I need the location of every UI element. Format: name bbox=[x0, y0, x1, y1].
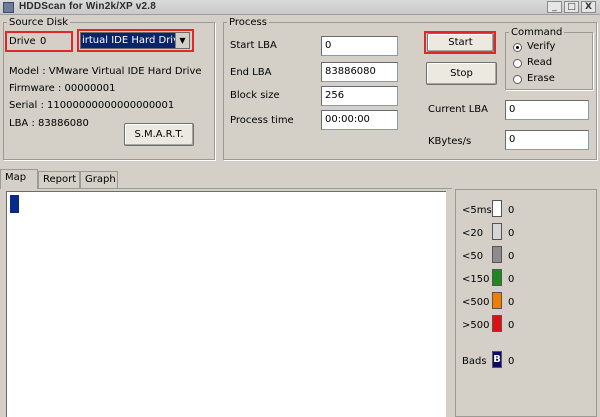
legend-label-500: <500 bbox=[462, 297, 490, 308]
legend-count-5ms: 0 bbox=[508, 205, 515, 216]
app-icon bbox=[3, 2, 14, 13]
legend-label-20: <20 bbox=[462, 228, 484, 239]
start-button[interactable]: Start bbox=[427, 33, 494, 52]
swatch-150 bbox=[492, 269, 502, 286]
bads-label: Bads bbox=[462, 356, 487, 367]
legend-count-50: 0 bbox=[508, 251, 515, 262]
drive-select[interactable]: irtual IDE Hard Drive ▼ bbox=[80, 32, 190, 49]
current-lba-field: 0 bbox=[505, 100, 589, 120]
stop-button[interactable]: Stop bbox=[426, 62, 497, 85]
chevron-down-icon[interactable]: ▼ bbox=[175, 33, 189, 48]
window-title: HDDScan for Win2k/XP v2.8 bbox=[19, 1, 156, 12]
serial-info: Serial : 11000000000000000001 bbox=[9, 100, 175, 111]
tab-map[interactable]: Map bbox=[0, 169, 38, 189]
swatch-20 bbox=[492, 223, 502, 240]
model-info: Model : VMware Virtual IDE Hard Drive bbox=[9, 66, 202, 77]
legend-label-150: <150 bbox=[462, 274, 490, 285]
process-time-label: Process time bbox=[230, 115, 294, 126]
lba-info: LBA : 83886080 bbox=[9, 118, 89, 129]
drive-select-value: irtual IDE Hard Drive bbox=[81, 33, 175, 48]
minimize-button[interactable]: _ bbox=[547, 1, 562, 13]
verify-radio[interactable] bbox=[513, 43, 522, 52]
verify-label: Verify bbox=[527, 41, 556, 52]
close-button[interactable]: X bbox=[581, 1, 596, 13]
legend-count-over500: 0 bbox=[508, 320, 515, 331]
swatch-over500 bbox=[492, 315, 502, 332]
block-size-input[interactable]: 256 bbox=[321, 86, 398, 106]
erase-radio[interactable] bbox=[513, 75, 522, 84]
map-block bbox=[10, 195, 19, 213]
drive-number: 0 bbox=[40, 36, 47, 47]
tab-report[interactable]: Report bbox=[38, 171, 80, 188]
kbytes-label: KBytes/s bbox=[428, 136, 472, 147]
surface-map[interactable] bbox=[6, 191, 446, 417]
tab-divider bbox=[0, 188, 452, 189]
kbytes-field: 0 bbox=[505, 130, 589, 150]
current-lba-label: Current LBA bbox=[428, 104, 489, 115]
legend-label-50: <50 bbox=[462, 251, 484, 262]
read-label: Read bbox=[527, 57, 553, 68]
process-legend: Process bbox=[229, 17, 267, 28]
source-disk-legend: Source Disk bbox=[9, 17, 69, 28]
legend-count-150: 0 bbox=[508, 274, 515, 285]
block-size-label: Block size bbox=[230, 90, 280, 101]
bads-count: 0 bbox=[508, 356, 515, 367]
read-radio[interactable] bbox=[513, 59, 522, 68]
swatch-500 bbox=[492, 292, 502, 309]
start-lba-label: Start LBA bbox=[230, 40, 277, 51]
start-lba-input[interactable]: 0 bbox=[321, 36, 398, 56]
bads-swatch: B bbox=[492, 351, 502, 368]
maximize-button[interactable]: □ bbox=[564, 1, 579, 13]
legend-count-20: 0 bbox=[508, 228, 515, 239]
swatch-50 bbox=[492, 246, 502, 263]
swatch-5ms bbox=[492, 200, 502, 217]
smart-button[interactable]: S.M.A.R.T. bbox=[124, 123, 194, 146]
legend-label-over500: >500 bbox=[462, 320, 490, 331]
drive-label: Drive bbox=[9, 36, 36, 47]
end-lba-label: End LBA bbox=[230, 67, 272, 78]
process-time-field: 00:00:00 bbox=[321, 110, 398, 130]
tab-graph[interactable]: Graph bbox=[80, 171, 118, 188]
legend-count-500: 0 bbox=[508, 297, 515, 308]
erase-label: Erase bbox=[527, 73, 555, 84]
command-legend: Command bbox=[511, 27, 563, 38]
legend-label-5ms: <5ms bbox=[462, 205, 492, 216]
end-lba-input[interactable]: 83886080 bbox=[321, 62, 398, 82]
firmware-info: Firmware : 00000001 bbox=[9, 83, 116, 94]
title-bar: HDDScan for Win2k/XP v2.8 _ □ X bbox=[0, 0, 600, 15]
